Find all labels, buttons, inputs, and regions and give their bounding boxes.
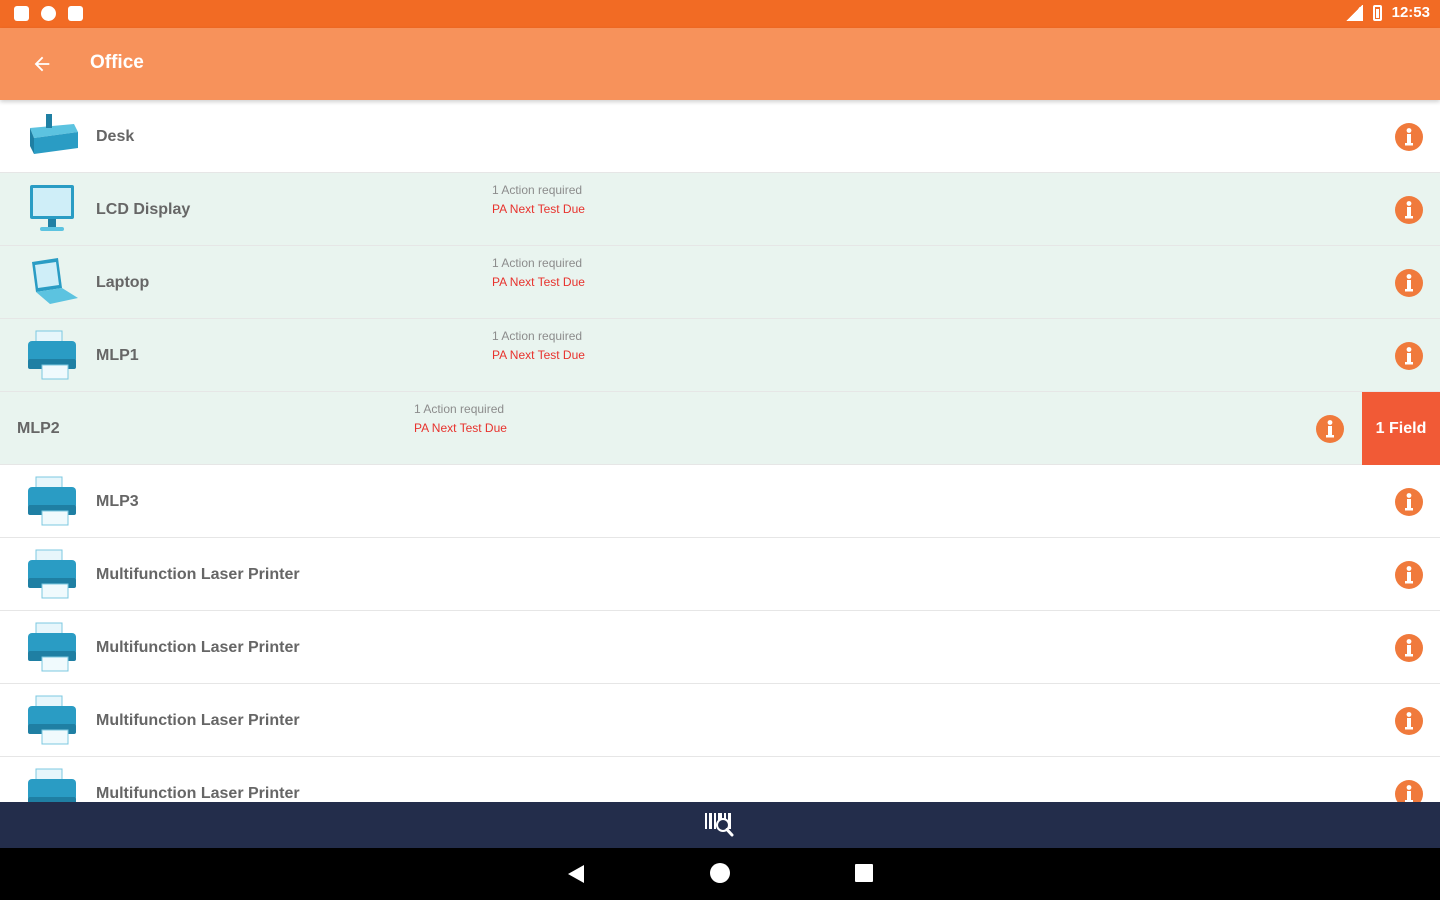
back-button[interactable] <box>22 44 62 84</box>
list-item-multifunction-laser-printer[interactable]: Multifunction Laser Printer <box>0 538 1440 611</box>
info-icon[interactable] <box>1394 268 1424 298</box>
battery-icon <box>1372 4 1382 21</box>
item-name: Multifunction Laser Printer <box>96 566 300 583</box>
info-icon[interactable] <box>1394 633 1424 663</box>
page-title: Office <box>90 52 144 73</box>
printer-icon <box>28 476 76 526</box>
clock: 12:53 <box>1391 4 1430 21</box>
printer-icon <box>28 768 76 802</box>
list-item-mlp2[interactable]: MLP2 1 Action required PA Next Test Due … <box>0 392 1440 465</box>
item-name: MLP1 <box>96 347 139 364</box>
desk-icon <box>30 114 78 154</box>
field-action-button[interactable]: 1 Field <box>1362 392 1440 465</box>
info-icon[interactable] <box>1394 341 1424 371</box>
action-summary: 1 Action required PA Next Test Due <box>492 181 585 219</box>
app-bar: Office <box>0 28 1440 100</box>
item-name: LCD Display <box>96 201 191 218</box>
list-item-lcd-display[interactable]: LCD Display 1 Action required PA Next Te… <box>0 173 1440 246</box>
barcode-scan-icon <box>705 813 734 837</box>
action-summary: 1 Action required PA Next Test Due <box>492 254 585 292</box>
item-name: Multifunction Laser Printer <box>96 712 300 729</box>
printer-icon <box>28 622 76 672</box>
asset-list[interactable]: Desk LCD Display 1 Action required PA Ne… <box>0 100 1440 802</box>
nav-home-icon[interactable] <box>710 863 730 883</box>
info-icon[interactable] <box>1394 779 1424 802</box>
notification-icon <box>14 6 29 21</box>
info-icon[interactable] <box>1394 560 1424 590</box>
monitor-icon <box>30 185 74 231</box>
action-summary: 1 Action required PA Next Test Due <box>492 327 585 365</box>
sd-card-icon <box>68 6 83 21</box>
info-icon[interactable] <box>1394 487 1424 517</box>
signal-icon <box>1344 4 1363 21</box>
item-name: MLP3 <box>96 493 139 510</box>
nav-back-icon[interactable] <box>566 864 586 884</box>
list-item-laptop[interactable]: Laptop 1 Action required PA Next Test Du… <box>0 246 1440 319</box>
sync-icon <box>41 6 56 21</box>
action-summary: 1 Action required PA Next Test Due <box>414 400 507 438</box>
info-icon[interactable] <box>1315 414 1345 444</box>
list-item-multifunction-laser-printer[interactable]: Multifunction Laser Printer <box>0 684 1440 757</box>
action-count: 1 Action required <box>492 329 583 343</box>
printer-icon <box>28 330 76 380</box>
item-name: MLP2 <box>17 420 60 437</box>
list-item-mlp3[interactable]: MLP3 <box>0 465 1440 538</box>
barcode-scan-button[interactable] <box>703 809 737 841</box>
arrow-left-icon <box>34 56 50 72</box>
item-name: Desk <box>96 128 135 145</box>
list-item-multifunction-laser-printer[interactable]: Multifunction Laser Printer <box>0 757 1440 802</box>
list-item-mlp1[interactable]: MLP1 1 Action required PA Next Test Due <box>0 319 1440 392</box>
info-icon[interactable] <box>1394 122 1424 152</box>
bottom-bar <box>0 802 1440 848</box>
laptop-icon <box>32 258 78 304</box>
action-count: 1 Action required <box>492 256 583 270</box>
status-bar: 12:53 <box>0 0 1440 28</box>
navigation-bar <box>0 848 1440 900</box>
info-icon[interactable] <box>1394 195 1424 225</box>
item-name: Laptop <box>96 274 150 291</box>
action-count: 1 Action required <box>492 183 583 197</box>
nav-recents-icon[interactable] <box>855 864 873 882</box>
printer-icon <box>28 695 76 745</box>
list-item-desk[interactable]: Desk <box>0 100 1440 173</box>
action-due: PA Next Test Due <box>492 202 585 216</box>
action-due: PA Next Test Due <box>492 348 585 362</box>
action-due: PA Next Test Due <box>414 421 507 435</box>
system-icons: 12:53 <box>1344 4 1430 21</box>
action-count: 1 Action required <box>414 402 505 416</box>
printer-icon <box>28 549 76 599</box>
item-name: Multifunction Laser Printer <box>96 785 300 802</box>
item-name: Multifunction Laser Printer <box>96 639 300 656</box>
info-icon[interactable] <box>1394 706 1424 736</box>
list-item-multifunction-laser-printer[interactable]: Multifunction Laser Printer <box>0 611 1440 684</box>
notification-icons <box>14 6 83 21</box>
action-due: PA Next Test Due <box>492 275 585 289</box>
